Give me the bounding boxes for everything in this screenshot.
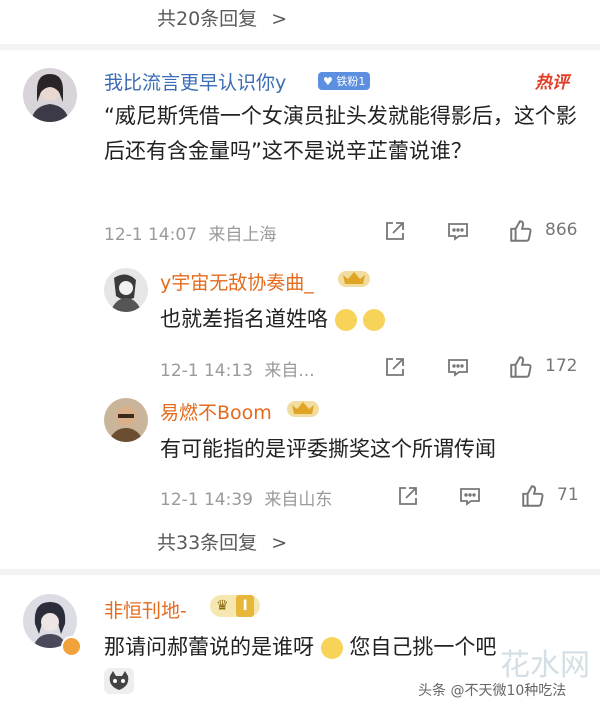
like-count: 866 [545, 220, 578, 240]
emoji-icon [363, 309, 386, 331]
reply-count-label: 共33条回复 [157, 532, 258, 554]
comment-time: 12-1 14:07 [104, 225, 197, 245]
comment-icon[interactable] [458, 484, 482, 508]
comment-icon[interactable] [446, 219, 470, 243]
reply-time: 12-1 14:39 [160, 490, 253, 510]
reply-username[interactable]: 易燃不Boom [160, 398, 272, 425]
cat-emoji-icon [104, 668, 134, 694]
reply-username[interactable]: y宇宙无敌协奏曲_ [160, 268, 314, 295]
crown-badge-icon [286, 396, 320, 424]
fan-badge: ♥ 铁粉1 [318, 72, 371, 90]
reply-meta: 12-1 14:13 来自... [160, 356, 315, 381]
reply-meta: 12-1 14:39 来自山东 [160, 485, 332, 510]
crown-icon: ♛ [216, 598, 229, 614]
section-divider [0, 44, 600, 50]
verified-v-icon [61, 636, 82, 657]
comment-location: 来自上海 [208, 225, 277, 245]
comment-username[interactable]: 我比流言更早认识你y [104, 68, 286, 95]
reply-location: 来自... [264, 361, 315, 381]
view-replies-link-top[interactable]: 共20条回复 > [157, 4, 287, 31]
like-icon[interactable] [508, 218, 534, 244]
reply-location: 来自山东 [264, 490, 333, 510]
reply-time: 12-1 14:13 [160, 361, 253, 381]
like-count: 172 [545, 356, 578, 376]
chevron-right-icon: > [271, 8, 288, 30]
heart-icon: ♥ [323, 75, 333, 88]
avatar[interactable] [104, 398, 148, 442]
share-icon[interactable] [383, 219, 407, 243]
view-replies-link[interactable]: 共33条回复 > [157, 528, 287, 555]
section-divider [0, 569, 600, 575]
watermark-brand: 花水网 [500, 648, 590, 683]
like-count: 71 [557, 485, 579, 505]
comment-meta: 12-1 14:07 来自上海 [104, 220, 276, 245]
avatar[interactable] [23, 68, 77, 122]
comment-text: “威尼斯凭借一个女演员扯头发就能得影后，这个影后还有含金量吗”这不是说辛芷蕾说谁… [104, 104, 577, 163]
like-icon[interactable] [508, 354, 534, 380]
emoji-icon [320, 637, 343, 659]
level-badge: ♛ I [210, 595, 260, 617]
reply-text: 有可能指的是评委撕奖这个所谓传闻 [160, 437, 496, 461]
reply-count-label: 共20条回复 [157, 8, 258, 30]
reply-text: 也就差指名道姓咯 [160, 302, 386, 337]
avatar[interactable] [104, 268, 148, 312]
like-icon[interactable] [520, 483, 546, 509]
comment-icon[interactable] [446, 355, 470, 379]
crown-badge-icon [337, 266, 371, 294]
emoji-icon [334, 309, 357, 331]
chevron-right-icon: > [271, 532, 288, 554]
hot-comment-badge: 热评 [535, 73, 569, 93]
share-icon[interactable] [396, 484, 420, 508]
comment-username[interactable]: 非恒刊地- [104, 596, 187, 623]
share-icon[interactable] [383, 355, 407, 379]
